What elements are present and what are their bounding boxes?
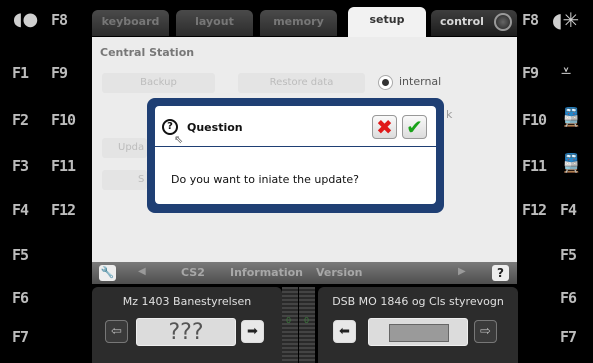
speed-bar-left[interactable]: [282, 287, 298, 363]
function-key-f2[interactable]: F2: [12, 111, 29, 129]
backup-button[interactable]: Backup: [102, 73, 215, 93]
speed-bar-right[interactable]: [299, 287, 315, 363]
internal-label: internal: [399, 75, 442, 88]
function-key-f11-right[interactable]: F11: [522, 157, 547, 175]
function-key-f9-right[interactable]: F9: [522, 64, 539, 82]
breadcrumb-left-arrow-icon[interactable]: ◀: [138, 266, 146, 277]
function-key-f1[interactable]: F1: [12, 64, 29, 82]
train-icon[interactable]: 🚆: [560, 155, 582, 173]
function-key-f6-right[interactable]: F6: [560, 289, 577, 307]
light-icon[interactable]: ◖●: [13, 11, 38, 29]
train-icon[interactable]: 🚆: [560, 109, 582, 127]
breadcrumb-right-arrow-icon[interactable]: ▶: [458, 266, 466, 277]
direction-right-button-right[interactable]: ⇨: [474, 320, 497, 343]
function-key-f7-right[interactable]: F7: [560, 328, 577, 346]
confirm-button[interactable]: ✔: [402, 115, 427, 139]
function-key-f6[interactable]: F6: [12, 289, 29, 307]
function-key-f5-right[interactable]: F5: [560, 246, 577, 264]
internal-radio[interactable]: [378, 75, 393, 90]
direction-right-button[interactable]: ➡: [241, 320, 264, 343]
loco-image-placeholder: ???: [168, 320, 204, 345]
mouse-cursor-icon: ⇖: [174, 133, 184, 146]
breadcrumb-item-cs2[interactable]: CS2: [181, 266, 205, 279]
function-key-f10-right[interactable]: F10: [522, 111, 547, 129]
direction-left-button-right[interactable]: ⬅: [333, 320, 356, 343]
tab-layout[interactable]: layout: [176, 10, 253, 36]
function-key-f10-left[interactable]: F10: [51, 111, 76, 129]
restore-data-button[interactable]: Restore data: [238, 73, 365, 93]
wrench-icon[interactable]: 🔧: [99, 265, 116, 281]
light-icon[interactable]: ◖✳: [552, 10, 579, 30]
breadcrumb: 🔧 ◀ CS2 Information Version ▶ ?: [92, 262, 517, 284]
loco-name-right: DSB MO 1846 og Cls styrevogn: [332, 295, 504, 308]
control-gear-icon: [494, 13, 512, 31]
function-key-f3[interactable]: F3: [12, 157, 29, 175]
dialog-header: ? Question ⇖ ✖ ✔: [155, 106, 436, 146]
function-key-f11-left[interactable]: F11: [51, 157, 76, 175]
function-key-f12-left[interactable]: F12: [51, 201, 76, 219]
question-dialog: ? Question ⇖ ✖ ✔ Do you want to iniate t…: [147, 98, 444, 213]
function-key-f8-right[interactable]: F8: [522, 11, 539, 29]
loco-image-left[interactable]: ???: [136, 318, 236, 346]
cancel-button[interactable]: ✖: [372, 115, 397, 139]
function-key-f9-left[interactable]: F9: [51, 64, 68, 82]
update-button[interactable]: Upda: [102, 138, 147, 158]
tab-control-label: control: [440, 15, 484, 28]
speed-value-right: 0: [304, 316, 310, 325]
loco-control-right: DSB MO 1846 og Cls styrevogn ⬅ ⇨: [318, 287, 518, 363]
loco-name-left: Mz 1403 Banestyrelsen: [122, 295, 252, 308]
function-key-f5[interactable]: F5: [12, 246, 29, 264]
loco-control-left: Mz 1403 Banestyrelsen ⇦ ??? ➡: [92, 287, 282, 363]
help-button[interactable]: ?: [492, 265, 509, 281]
lamp-icon[interactable]: ⩡: [561, 63, 571, 81]
function-key-f7[interactable]: F7: [12, 328, 29, 346]
second-option-label: k: [446, 108, 453, 121]
dialog-title: Question: [187, 121, 243, 134]
tab-memory[interactable]: memory: [260, 10, 337, 36]
function-key-f4[interactable]: F4: [12, 201, 29, 219]
railcar-image: [389, 324, 449, 342]
tab-control[interactable]: control: [431, 10, 517, 36]
tab-bar: keyboard layout memory setup control: [92, 4, 517, 38]
breadcrumb-item-information[interactable]: Information: [230, 266, 303, 279]
loco-image-right[interactable]: [368, 318, 468, 346]
speed-value-left: 0: [286, 316, 292, 325]
function-key-f8-left[interactable]: F8: [51, 11, 68, 29]
dialog-message: Do you want to iniate the update?: [171, 173, 360, 186]
breadcrumb-item-version[interactable]: Version: [316, 266, 363, 279]
function-key-f4-right[interactable]: F4: [560, 201, 577, 219]
tab-keyboard[interactable]: keyboard: [92, 10, 169, 36]
s-button[interactable]: S: [102, 170, 147, 190]
function-key-f12-right[interactable]: F12: [522, 201, 547, 219]
tab-setup[interactable]: setup: [348, 7, 426, 38]
direction-left-button[interactable]: ⇦: [105, 320, 128, 343]
panel-title: Central Station: [100, 46, 195, 59]
dialog-body: Do you want to iniate the update?: [155, 147, 436, 204]
